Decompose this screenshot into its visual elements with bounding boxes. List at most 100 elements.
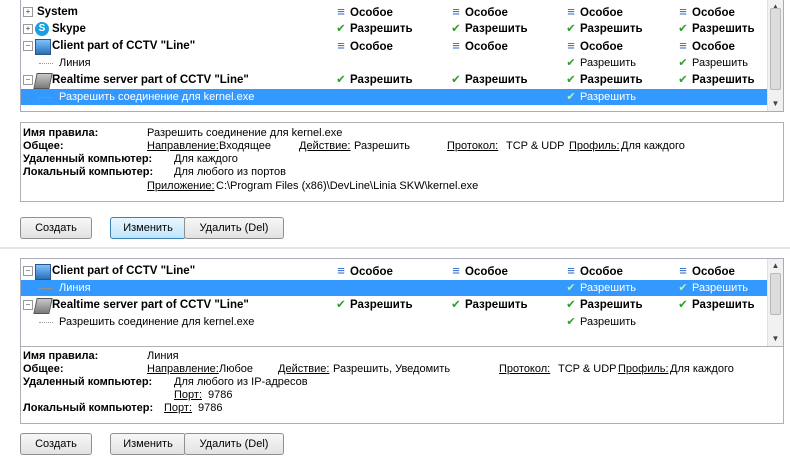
tree-row[interactable]: + System ≡ Особое ≡ Особое ≡ Особое ≡ Особое (21, 4, 767, 20)
rule-name: Линия (59, 282, 91, 294)
check-icon: ✔ (566, 91, 576, 103)
application-link[interactable]: Приложение: (147, 180, 215, 192)
rule-value: Разрешить (580, 316, 636, 328)
profile-link[interactable]: Профиль: (618, 363, 669, 375)
custom-icon: ≡ (452, 4, 460, 19)
check-icon: ✔ (566, 299, 576, 311)
rule-cell: ≡ Особое (564, 4, 623, 20)
delete-button[interactable]: Удалить (Del) (184, 433, 284, 455)
vertical-scrollbar[interactable]: ▲ ▼ (767, 0, 783, 111)
check-icon: ✔ (678, 23, 688, 35)
rule-value: Особое (465, 41, 508, 53)
create-button[interactable]: Создать (20, 433, 92, 455)
tree-connector (39, 322, 53, 323)
local-computer-label: Локальный компьютер: (23, 402, 154, 414)
local-computer-label: Локальный компьютер: (23, 166, 154, 178)
rule-value: Разрешить (692, 282, 748, 294)
remote-computer-value: Для каждого (174, 153, 238, 165)
rule-value: Разрешить (350, 299, 413, 311)
tree-row[interactable]: − Realtime server part of CCTV "Line" ✔ Раз… (21, 72, 767, 89)
scroll-down-icon[interactable]: ▼ (768, 332, 783, 346)
action-link[interactable]: Действие: (278, 363, 329, 375)
expand-icon[interactable]: + (23, 24, 33, 34)
edit-button[interactable]: Изменить (110, 433, 186, 455)
rule-cell: ≡ Особое (449, 263, 508, 279)
tree-row[interactable]: + S Skype ✔ Разрешить ✔ Разрешить ✔ Разрешить ✔ Ра… (21, 21, 767, 37)
rule-name-label: Имя правила: (23, 350, 99, 362)
rule-value: Разрешить (350, 74, 413, 86)
general-label: Общее: (23, 363, 64, 375)
collapse-icon[interactable]: − (23, 41, 33, 51)
rules-tree-list[interactable]: + System ≡ Особое ≡ Особое ≡ Особое ≡ Особое + S Sky… (20, 0, 784, 112)
direction-link[interactable]: Направление: (147, 140, 219, 152)
vertical-scrollbar[interactable]: ▲ ▼ (767, 259, 783, 346)
action-link[interactable]: Действие: (299, 140, 350, 152)
scroll-thumb[interactable] (770, 8, 781, 90)
rule-cell: ≡ Особое (334, 263, 393, 279)
rule-cell: ✔ Разрешить (676, 55, 748, 71)
expand-icon[interactable]: + (23, 7, 33, 17)
rule-cell: ✔ Разрешить (449, 21, 527, 37)
rule-name-value: Линия (147, 350, 179, 362)
rule-cell: ≡ Особое (449, 38, 508, 54)
edit-button[interactable]: Изменить (110, 217, 186, 239)
rule-cell: ≡ Особое (564, 38, 623, 54)
tree-row[interactable]: Линия ✔ Разрешить ✔ Разрешить (21, 280, 767, 296)
tree-row[interactable]: − Client part of CCTV "Line" ≡ Особое ≡ Особо… (21, 263, 767, 280)
check-icon: ✔ (336, 23, 346, 35)
rule-name: System (37, 6, 78, 18)
delete-button[interactable]: Удалить (Del) (184, 217, 284, 239)
rule-value: Разрешить (580, 91, 636, 103)
tree-row[interactable]: Линия ✔ Разрешить ✔ Разрешить (21, 55, 767, 71)
tree-row[interactable]: − Client part of CCTV "Line" ≡ Особое ≡ Особо… (21, 38, 767, 55)
custom-icon: ≡ (452, 38, 460, 53)
rule-name: Линия (59, 57, 91, 69)
rule-cell: ✔ Разрешить (334, 297, 413, 313)
check-icon: ✔ (566, 316, 576, 328)
create-button[interactable]: Создать (20, 217, 92, 239)
rule-cell: ✔ Разрешить (334, 72, 413, 88)
tree-row[interactable]: Разрешить соединение для kernel.exe ✔ Разр… (21, 314, 767, 330)
custom-icon: ≡ (679, 4, 687, 19)
scroll-up-icon[interactable]: ▲ (768, 259, 783, 273)
collapse-icon[interactable]: − (23, 75, 33, 85)
local-port-link[interactable]: Порт: (164, 402, 192, 414)
rule-name: Realtime server part of CCTV "Line" (52, 299, 249, 311)
protocol-value: TCP & UDP (558, 363, 617, 375)
rule-cell: ≡ Особое (564, 263, 623, 279)
check-icon: ✔ (451, 74, 461, 86)
tree-connector (39, 63, 53, 64)
direction-value: Любое (219, 363, 254, 375)
protocol-link[interactable]: Протокол: (499, 363, 550, 375)
collapse-icon[interactable]: − (23, 266, 33, 276)
rule-cell: ✔ Разрешить (564, 72, 642, 88)
custom-icon: ≡ (337, 38, 345, 53)
custom-icon: ≡ (452, 263, 460, 278)
protocol-value: TCP & UDP (506, 140, 565, 152)
remote-computer-label: Удаленный компьютер: (23, 376, 153, 388)
profile-value: Для каждого (670, 363, 734, 375)
rule-cell: ✔ Разрешить (564, 297, 642, 313)
rule-cell: ✔ Разрешить (564, 89, 636, 105)
rule-name-label: Имя правила: (23, 127, 99, 139)
direction-link[interactable]: Направление: (147, 363, 219, 375)
rule-cell: ≡ Особое (334, 4, 393, 20)
collapse-icon[interactable]: − (23, 300, 33, 310)
remote-port-link[interactable]: Порт: (174, 389, 202, 401)
scroll-thumb[interactable] (770, 273, 781, 315)
cctv-icon (35, 39, 51, 55)
rule-details-panel: Имя правила: Линия Общее: Направление: Л… (20, 346, 784, 424)
cctv-icon (35, 264, 51, 280)
rule-value: Особое (580, 7, 623, 19)
check-icon: ✔ (451, 23, 461, 35)
protocol-link[interactable]: Протокол: (447, 140, 498, 152)
custom-icon: ≡ (337, 263, 345, 278)
tree-row[interactable]: − Realtime server part of CCTV "Line" ✔ Раз… (21, 297, 767, 314)
rules-tree-list[interactable]: − Client part of CCTV "Line" ≡ Особое ≡ Особо… (20, 258, 784, 347)
scroll-down-icon[interactable]: ▼ (768, 97, 783, 111)
rule-value: Особое (692, 266, 735, 278)
profile-link[interactable]: Профиль: (569, 140, 620, 152)
tree-row[interactable]: Разрешить соединение для kernel.exe ✔ Разр… (21, 89, 767, 105)
rule-cell: ✔ Разрешить (564, 280, 636, 296)
check-icon: ✔ (336, 299, 346, 311)
